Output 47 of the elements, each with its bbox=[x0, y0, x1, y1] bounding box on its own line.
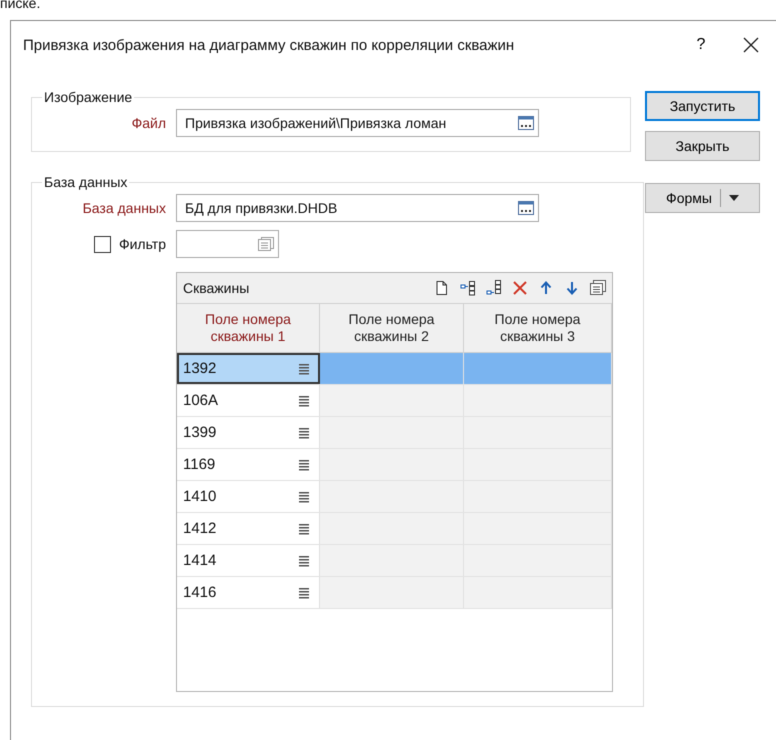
split-button[interactable]: Формы bbox=[645, 183, 760, 213]
list-icon[interactable] bbox=[299, 362, 309, 374]
table-cell: 1392 bbox=[177, 353, 320, 384]
field-label: База данных bbox=[82, 200, 166, 216]
checkbox-label: Фильтр bbox=[118, 236, 166, 252]
column-header[interactable]: Поле номера скважины 1 bbox=[177, 304, 320, 352]
list-icon[interactable] bbox=[299, 554, 309, 566]
browse-icon[interactable] bbox=[518, 201, 534, 215]
down-arrow-icon[interactable] bbox=[564, 280, 580, 296]
caret-icon[interactable] bbox=[728, 195, 739, 201]
insert-node-icon[interactable] bbox=[460, 280, 476, 296]
action-button[interactable]: Запустить bbox=[645, 91, 760, 121]
field-label: Файл bbox=[130, 115, 166, 131]
list-icon[interactable] bbox=[299, 426, 309, 438]
list-icon[interactable] bbox=[299, 522, 309, 534]
table-row[interactable]: 106A bbox=[177, 385, 612, 417]
table-row[interactable]: 1414 bbox=[177, 545, 612, 577]
group-title: Изображение bbox=[43, 89, 134, 105]
up-arrow-icon[interactable] bbox=[538, 280, 554, 296]
browse-icon[interactable] bbox=[518, 116, 534, 130]
grid-title: Скважины bbox=[183, 280, 250, 296]
database-field[interactable]: БД для привязки.DHDB bbox=[176, 194, 539, 222]
list-icon[interactable] bbox=[299, 586, 309, 598]
table-row[interactable]: 1410 bbox=[177, 481, 612, 513]
page-text-fragment: писке. bbox=[0, 0, 40, 10]
column-header[interactable]: Поле номера скважины 2 bbox=[320, 304, 464, 352]
table-row[interactable]: 1399 bbox=[177, 417, 612, 449]
action-button[interactable]: Закрыть bbox=[645, 131, 760, 161]
table-icon[interactable] bbox=[590, 280, 606, 296]
file-field[interactable]: Привязка изображений\Привязка ломан bbox=[176, 109, 539, 137]
group-title: База данных bbox=[43, 174, 128, 190]
table-row[interactable]: 1169 bbox=[177, 449, 612, 481]
filter-field[interactable] bbox=[176, 230, 279, 258]
new-document-icon[interactable] bbox=[434, 280, 450, 296]
close-icon[interactable] bbox=[743, 37, 759, 53]
window-title: Привязка изображения на диаграмму скважин по корреляции скважин bbox=[23, 36, 516, 54]
list-icon[interactable] bbox=[299, 490, 309, 502]
delete-icon[interactable] bbox=[512, 280, 528, 296]
table-row[interactable]: 1416 bbox=[177, 577, 612, 609]
list-icon[interactable] bbox=[299, 394, 309, 406]
help-button[interactable]: ? bbox=[676, 36, 726, 54]
column-header[interactable]: Поле номера скважины 3 bbox=[464, 304, 612, 352]
table-row[interactable]: 1392 bbox=[177, 353, 612, 385]
table-row[interactable]: 1412 bbox=[177, 513, 612, 545]
filter-checkbox[interactable] bbox=[94, 236, 111, 252]
append-node-icon[interactable] bbox=[486, 280, 502, 296]
list-icon[interactable] bbox=[299, 458, 309, 470]
